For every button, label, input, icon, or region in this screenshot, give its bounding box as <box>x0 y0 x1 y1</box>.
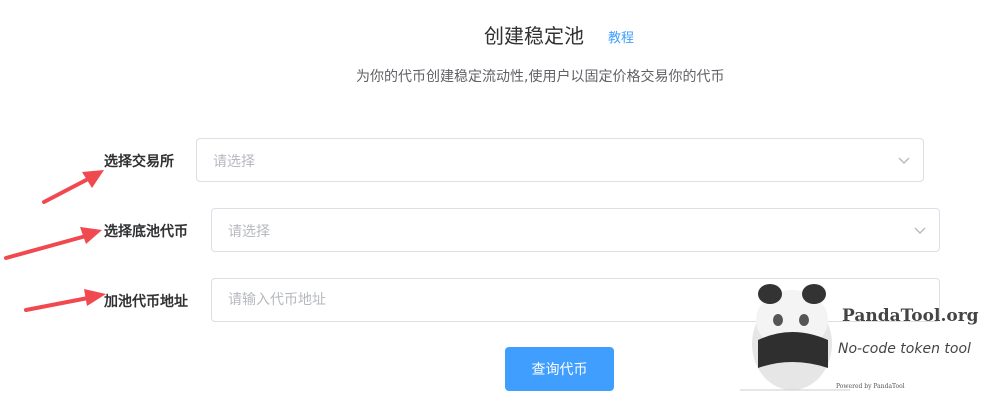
watermark-brand: PandaTool.org <box>842 306 979 326</box>
panda-logo-icon <box>740 284 850 391</box>
annotation-arrow-icon <box>4 227 102 260</box>
base-token-select-placeholder: 请选择 <box>228 224 270 240</box>
exchange-select[interactable]: 请选择 <box>196 138 924 182</box>
page-title: 创建稳定池 <box>484 24 584 48</box>
exchange-select-placeholder: 请选择 <box>213 154 255 170</box>
chevron-down-icon <box>914 227 926 234</box>
tutorial-link[interactable]: 教程 <box>608 27 634 46</box>
watermark-powered-by: Powered by PandaTool <box>836 383 905 390</box>
annotation-arrow-icon <box>42 170 104 204</box>
query-token-button[interactable]: 查询代币 <box>505 347 614 391</box>
chevron-down-icon <box>898 157 910 164</box>
annotation-arrow-icon <box>24 289 106 312</box>
base-token-select[interactable]: 请选择 <box>211 208 940 252</box>
token-address-label: 加池代币地址 <box>104 294 188 310</box>
exchange-label: 选择交易所 <box>104 154 174 170</box>
base-token-label: 选择底池代币 <box>104 224 188 240</box>
watermark-tagline: No-code token tool <box>838 341 971 357</box>
page-subtitle: 为你的代币创建稳定流动性,使用户以固定价格交易你的代币 <box>356 69 725 85</box>
